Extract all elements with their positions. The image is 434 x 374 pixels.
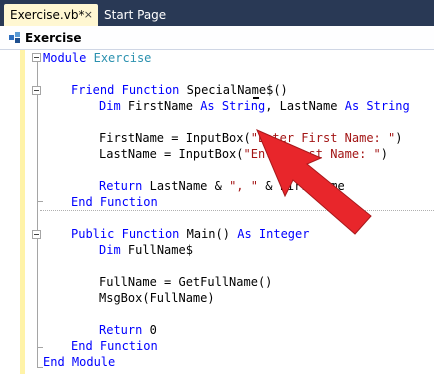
code-line-2: Friend Function SpecialName$() <box>71 83 288 97</box>
code-line-8: Public Function Main() As Integer <box>71 227 310 241</box>
member-navigation-bar[interactable]: Exercise <box>0 26 434 50</box>
navbar-label: Exercise <box>25 31 82 45</box>
code-line-6: Return LastName & ", " & FirstName <box>99 179 345 193</box>
tab-start-page[interactable]: Start Page <box>98 4 168 26</box>
code-editor[interactable]: Module Exercise Friend Function SpecialN… <box>0 50 434 374</box>
close-icon[interactable]: × <box>84 4 93 26</box>
tab-exercise-vb[interactable]: Exercise.vb* × <box>4 4 98 26</box>
code-line-4: FirstName = InputBox("Enter First Name: … <box>99 131 403 145</box>
code-line-11: MsgBox(FullName) <box>99 291 215 305</box>
code-line-9: Dim FullName$ <box>99 243 193 257</box>
module-icon <box>9 32 20 43</box>
code-line-1: Module Exercise <box>43 51 152 65</box>
code-line-13: End Function <box>71 339 158 353</box>
code-line-10: FullName = GetFullName() <box>99 275 273 289</box>
code-line-3: Dim FirstName As String, LastName As Str… <box>99 99 410 113</box>
code-text: Module Exercise Friend Function SpecialN… <box>0 50 434 374</box>
code-line-14: End Module <box>43 355 116 369</box>
tab-label: Start Page <box>104 8 167 22</box>
code-line-7: End Function <box>71 195 158 209</box>
document-tab-bar: Exercise.vb* × Start Page <box>0 0 434 26</box>
tab-label: Exercise.vb* <box>10 8 85 22</box>
code-line-12: Return 0 <box>99 323 157 337</box>
code-line-5: LastName = InputBox("Enter Last Name: ") <box>99 147 389 161</box>
text-caret <box>253 97 259 99</box>
